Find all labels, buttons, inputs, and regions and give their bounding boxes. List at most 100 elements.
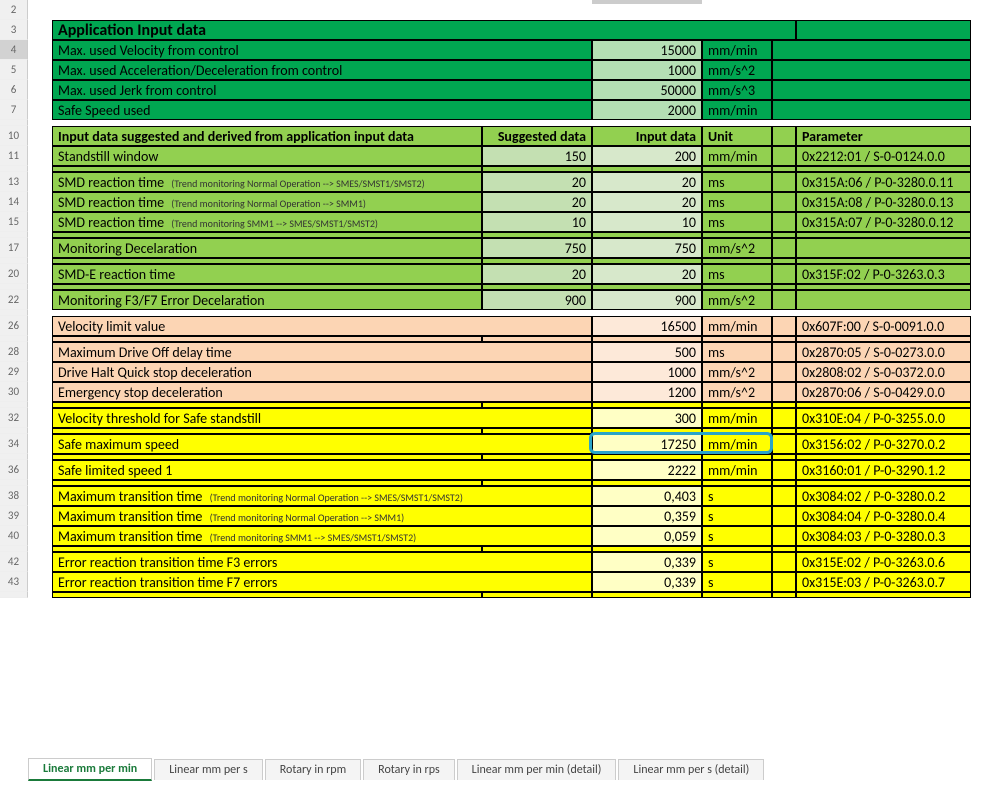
row-header[interactable]: 13 — [0, 172, 28, 192]
blank — [772, 212, 796, 232]
input-unit: mm/s^3 — [702, 80, 772, 100]
param-code: 0x3156:02 / P-0-3270.0.2 — [796, 434, 971, 454]
row-header[interactable]: 39 — [0, 506, 28, 526]
row-header[interactable]: 43 — [0, 572, 28, 592]
input-unit: mm/min — [702, 100, 772, 120]
param-label: Velocity threshold for Safe standstill — [52, 408, 592, 428]
blank-end — [772, 80, 971, 100]
row-header[interactable]: 17 — [0, 238, 28, 258]
output-value: 300 — [592, 408, 702, 428]
empty-cell — [52, 0, 482, 20]
row-header[interactable]: 20 — [0, 264, 28, 284]
blank — [772, 146, 796, 166]
param-label: Safe maximum speed — [52, 434, 592, 454]
input-value[interactable]: 900 — [592, 290, 702, 310]
blank — [772, 506, 796, 526]
blank — [28, 486, 52, 506]
output-value: 2222 — [592, 460, 702, 480]
blank — [772, 382, 796, 402]
param-label: Maximum transition time (Trend monitorin… — [52, 526, 592, 546]
row-header[interactable]: 15 — [0, 212, 28, 232]
param-label: Maximum transition time (Trend monitorin… — [52, 506, 592, 526]
param-label: Drive Halt Quick stop deceleration — [52, 362, 592, 382]
spacer — [772, 592, 796, 598]
row-header[interactable]: 40 — [0, 526, 28, 546]
input-value[interactable]: 750 — [592, 238, 702, 258]
blank — [28, 212, 52, 232]
row-header[interactable]: 3 — [0, 20, 28, 40]
input-label: Max. used Jerk from control — [52, 80, 592, 100]
blank — [772, 126, 796, 146]
row-header[interactable]: 28 — [0, 342, 28, 362]
row-header[interactable]: 14 — [0, 192, 28, 212]
row-header[interactable]: 22 — [0, 290, 28, 310]
row-header[interactable]: 32 — [0, 408, 28, 428]
output-value: 17250 — [592, 434, 702, 454]
sheet-tab[interactable]: Linear mm per s — [154, 759, 262, 780]
row-header[interactable]: 26 — [0, 316, 28, 336]
blank — [772, 290, 796, 310]
blank — [28, 100, 52, 120]
row-header[interactable]: 10 — [0, 126, 28, 146]
empty-cell — [482, 0, 592, 20]
param-code: 0x315A:08 / P-0-3280.0.13 — [796, 192, 971, 212]
suggested-value: 900 — [482, 290, 592, 310]
row-header[interactable]: 6 — [0, 80, 28, 100]
unit-cell: mm/s^2 — [702, 290, 772, 310]
blank — [772, 172, 796, 192]
input-value[interactable]: 50000 — [592, 80, 702, 100]
row-header[interactable]: 5 — [0, 60, 28, 80]
blank — [28, 382, 52, 402]
blank — [28, 60, 52, 80]
spreadsheet-grid[interactable]: 23Application Input data4Max. used Veloc… — [0, 0, 995, 598]
col-header-unit: Unit — [702, 126, 772, 146]
blank — [28, 146, 52, 166]
input-value[interactable]: 20 — [592, 192, 702, 212]
param-code: 0x315E:03 / P-0-3263.0.7 — [796, 572, 971, 592]
row-header[interactable]: 7 — [0, 100, 28, 120]
input-value[interactable]: 200 — [592, 146, 702, 166]
row-header[interactable]: 42 — [0, 552, 28, 572]
blank — [28, 434, 52, 454]
section-title-end — [796, 20, 971, 40]
output-value: 0,403 — [592, 486, 702, 506]
blank — [772, 342, 796, 362]
param-code: 0x3084:02 / P-0-3280.0.2 — [796, 486, 971, 506]
param-label: SMD reaction time (Trend monitoring SMM1… — [52, 212, 482, 232]
suggested-value: 20 — [482, 264, 592, 284]
sheet-tab[interactable]: Rotary in rps — [363, 759, 455, 780]
param-code — [796, 290, 971, 310]
input-value[interactable]: 20 — [592, 172, 702, 192]
blank — [28, 526, 52, 546]
empty-cell — [592, 0, 702, 20]
row-header[interactable]: 4 — [0, 40, 28, 60]
param-label: SMD reaction time (Trend monitoring Norm… — [52, 192, 482, 212]
col-header-input: Input data — [592, 126, 702, 146]
sheet-tab[interactable]: Rotary in rpm — [265, 759, 361, 780]
row-header[interactable]: 38 — [0, 486, 28, 506]
input-value[interactable]: 2000 — [592, 100, 702, 120]
row-header[interactable]: 30 — [0, 382, 28, 402]
blank-end — [772, 100, 971, 120]
input-value[interactable]: 1000 — [592, 60, 702, 80]
input-unit: mm/min — [702, 40, 772, 60]
row-header[interactable]: 34 — [0, 434, 28, 454]
blank — [28, 552, 52, 572]
param-label: SMD reaction time (Trend monitoring Norm… — [52, 172, 482, 192]
row-header[interactable]: 29 — [0, 362, 28, 382]
input-value[interactable]: 10 — [592, 212, 702, 232]
input-value[interactable]: 15000 — [592, 40, 702, 60]
input-value[interactable]: 20 — [592, 264, 702, 284]
sheet-tab[interactable]: Linear mm per s (detail) — [618, 759, 764, 780]
sheet-tab[interactable]: Linear mm per min — [28, 758, 152, 781]
row-header[interactable]: 11 — [0, 146, 28, 166]
row-header[interactable] — [0, 592, 28, 598]
param-label: Maximum Drive Off delay time — [52, 342, 592, 362]
sheet-tab[interactable]: Linear mm per min (detail) — [457, 759, 617, 780]
blank — [772, 434, 796, 454]
row-header[interactable]: 36 — [0, 460, 28, 480]
spacer — [482, 592, 592, 598]
blank — [772, 526, 796, 546]
row-header[interactable]: 2 — [0, 0, 28, 20]
input-unit: mm/s^2 — [702, 60, 772, 80]
